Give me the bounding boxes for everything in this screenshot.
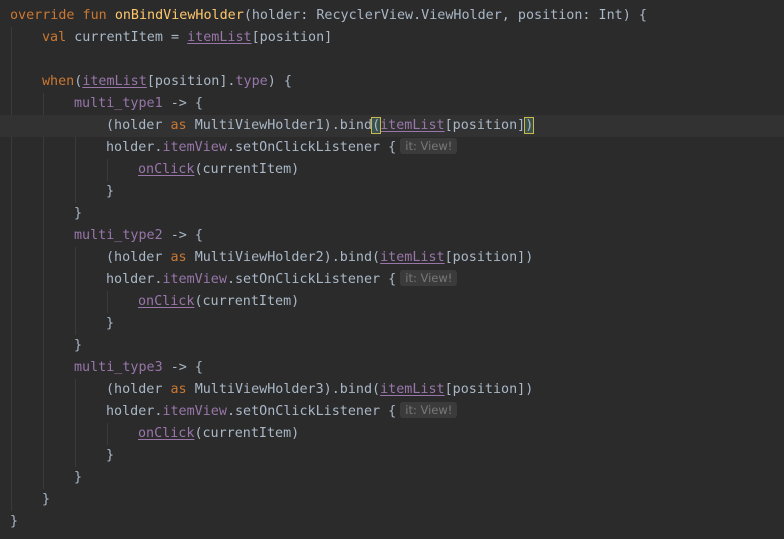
code-token: (currentItem): [194, 294, 300, 309]
matched-brace: ): [524, 117, 535, 134]
property-token: itemList: [380, 382, 445, 397]
code-token: [position]: [444, 118, 526, 133]
keyword-token: as: [170, 250, 195, 265]
code-token: }: [74, 338, 83, 353]
property-token: itemView: [162, 140, 227, 155]
keyword-token: as: [170, 118, 195, 133]
function-name-token: onBindViewHolder: [114, 8, 244, 23]
code-token: currentItem =: [74, 30, 188, 45]
code-editor[interactable]: override fun onBindViewHolder(holder: Re…: [0, 0, 784, 539]
code-line[interactable]: }: [0, 489, 784, 511]
code-line[interactable]: multi_type2 -> {: [0, 225, 784, 247]
property-token: multi_type3: [74, 360, 163, 375]
code-line[interactable]: onClick(currentItem): [0, 159, 784, 181]
keyword-token: val: [42, 30, 75, 45]
code-token: (holder: [106, 250, 171, 265]
property-token: multi_type2: [74, 228, 163, 243]
code-line[interactable]: onClick(currentItem): [0, 291, 784, 313]
matched-brace: (: [371, 117, 382, 134]
code-line[interactable]: }: [0, 445, 784, 467]
code-token: -> {: [162, 228, 203, 243]
code-token: .setOnClickListener {: [226, 140, 397, 155]
code-line[interactable]: onClick(currentItem): [0, 423, 784, 445]
function-call-token: onClick: [138, 162, 195, 177]
code-line[interactable]: }: [0, 335, 784, 357]
code-token: -> {: [162, 360, 203, 375]
code-token: [position]): [444, 382, 534, 397]
parameter-hint: it: View!: [400, 402, 458, 418]
code-token: (holder: RecyclerView.ViewHolder, positi…: [243, 8, 647, 23]
code-token: [position].: [146, 74, 236, 89]
parameter-hint: it: View!: [400, 270, 458, 286]
current-code-line[interactable]: (holder as MultiViewHolder1).bind(itemLi…: [0, 115, 784, 137]
code-token: }: [74, 206, 83, 221]
keyword-token: override fun: [10, 8, 115, 23]
code-line[interactable]: (holder as MultiViewHolder3).bind(itemLi…: [0, 379, 784, 401]
function-call-token: onClick: [138, 294, 195, 309]
code-token: (holder: [106, 382, 171, 397]
code-token: }: [42, 492, 51, 507]
code-token: }: [74, 470, 83, 485]
code-token: }: [10, 514, 19, 529]
code-token: MultiViewHolder3).bind(: [194, 382, 381, 397]
code-token: MultiViewHolder2).bind(: [194, 250, 381, 265]
code-line[interactable]: when(itemList[position].type) {: [0, 71, 784, 93]
code-token: .setOnClickListener {: [226, 272, 397, 287]
code-token: (holder: [106, 118, 171, 133]
code-line[interactable]: (holder as MultiViewHolder2).bind(itemLi…: [0, 247, 784, 269]
code-token: holder.: [106, 272, 163, 287]
code-line[interactable]: multi_type3 -> {: [0, 357, 784, 379]
function-call-token: onClick: [138, 426, 195, 441]
code-token: }: [106, 316, 115, 331]
code-token: .setOnClickListener {: [226, 404, 397, 419]
code-token: holder.: [106, 140, 163, 155]
property-token: itemList: [380, 250, 445, 265]
code-line[interactable]: holder.itemView.setOnClickListener {it: …: [0, 137, 784, 159]
code-token: }: [106, 448, 115, 463]
code-line[interactable]: }: [0, 313, 784, 335]
code-token: (currentItem): [194, 426, 300, 441]
keyword-token: when: [42, 74, 75, 89]
code-line[interactable]: multi_type1 -> {: [0, 93, 784, 115]
code-token: MultiViewHolder1).bind: [194, 118, 373, 133]
property-token: itemList: [82, 74, 147, 89]
property-token: itemView: [162, 272, 227, 287]
code-line[interactable]: }: [0, 181, 784, 203]
code-token: [position]): [444, 250, 534, 265]
property-token: multi_type1: [74, 96, 163, 111]
code-token: -> {: [162, 96, 203, 111]
code-line[interactable]: }: [0, 467, 784, 489]
code-token: ) {: [267, 74, 292, 89]
code-token: [position]: [251, 30, 333, 45]
property-token: itemView: [162, 404, 227, 419]
code-line[interactable]: val currentItem = itemList[position]: [0, 27, 784, 49]
code-token: }: [106, 184, 115, 199]
code-line[interactable]: holder.itemView.setOnClickListener {it: …: [0, 401, 784, 423]
property-token: type: [235, 74, 268, 89]
parameter-hint: it: View!: [400, 138, 458, 154]
code-line[interactable]: [0, 49, 784, 71]
code-token: holder.: [106, 404, 163, 419]
code-line[interactable]: }: [0, 511, 784, 533]
keyword-token: as: [170, 382, 195, 397]
code-line[interactable]: holder.itemView.setOnClickListener {it: …: [0, 269, 784, 291]
code-line[interactable]: }: [0, 203, 784, 225]
code-line[interactable]: override fun onBindViewHolder(holder: Re…: [0, 5, 784, 27]
code-token: (currentItem): [194, 162, 300, 177]
property-token: itemList: [380, 118, 445, 133]
property-token: itemList: [187, 30, 252, 45]
